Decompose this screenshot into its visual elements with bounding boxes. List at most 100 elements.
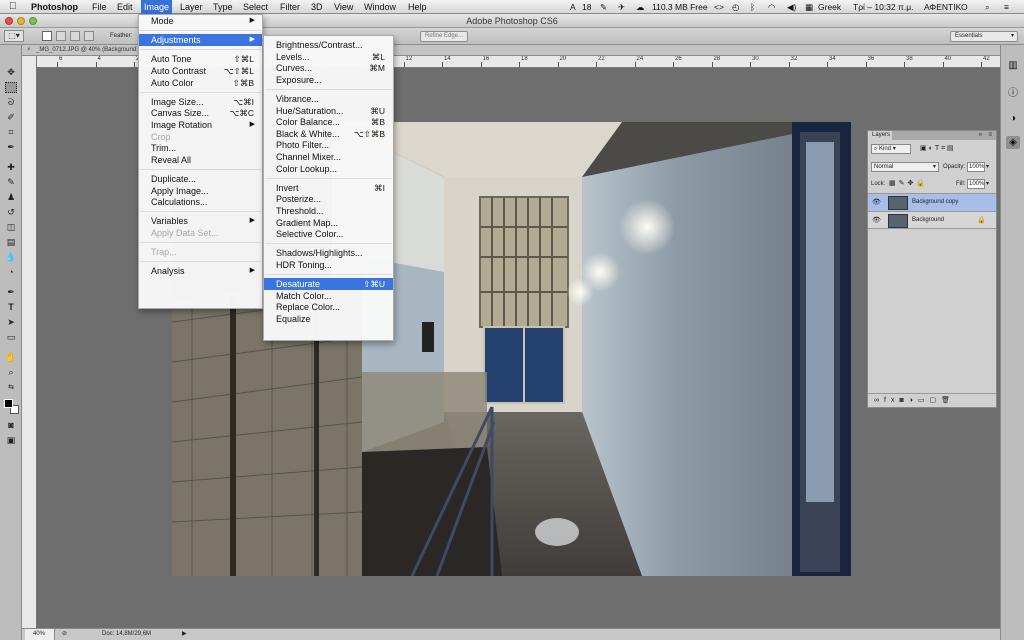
menu-item-photo-filter[interactable]: Photo Filter... (264, 139, 393, 151)
clock-icon[interactable]: ◴ (732, 1, 739, 13)
menu-item-trim[interactable]: Trim... (139, 142, 262, 154)
close-icon[interactable] (5, 17, 13, 25)
lock-icons[interactable]: ▦✎✥🔒 (889, 179, 928, 187)
healing-brush-tool-icon[interactable]: ✚ (5, 162, 17, 173)
blend-mode-select[interactable]: Normal ▾ (871, 162, 939, 172)
menu-item-equalize[interactable]: Equalize (264, 313, 393, 325)
history-icon[interactable]: ▥ (1006, 59, 1020, 72)
close-tab-icon[interactable]: × (27, 45, 31, 56)
visibility-eye-icon[interactable]: 👁 (872, 198, 881, 206)
menu-item-variables[interactable]: Variables ▶ (139, 215, 262, 227)
quick-select-tool-icon[interactable]: ✐ (5, 112, 17, 123)
menu-window[interactable]: Window (364, 1, 396, 13)
fx-icon[interactable]: fx (884, 397, 899, 404)
new-adjustment-icon[interactable]: ◑ (909, 397, 918, 404)
hand-tool-icon[interactable]: ✋ (5, 352, 17, 363)
volume-icon[interactable]: ◀) (787, 1, 796, 13)
pen-tool-icon[interactable]: ✒ (5, 287, 17, 298)
menu-type[interactable]: Type (213, 1, 233, 13)
menu-item-desaturate[interactable]: Desaturate ⇧⌘U (264, 278, 393, 291)
pen-icon[interactable]: ✎ (600, 1, 607, 13)
adjustments-panel-icon[interactable]: ◑ (1006, 112, 1020, 125)
menu-item-image-rotation[interactable]: Image Rotation ▶ (139, 119, 262, 131)
workspace-select[interactable]: Essentials ▾ (950, 31, 1018, 42)
move-tool-icon[interactable]: ✥ (5, 67, 17, 78)
menu-item-canvas-size[interactable]: Canvas Size... ⌥⌘C (139, 107, 262, 119)
menu-view[interactable]: View (334, 1, 353, 13)
menu-item-black-white[interactable]: Black & White... ⌥⇧⌘B (264, 128, 393, 140)
menu-item-vibrance[interactable]: Vibrance... (264, 93, 393, 105)
menu-help[interactable]: Help (408, 1, 427, 13)
lasso-tool-icon[interactable]: ᘐ (5, 97, 17, 108)
new-selection-icon[interactable] (42, 31, 52, 41)
menu-item-gradient-map[interactable]: Gradient Map... (264, 217, 393, 229)
bird-icon[interactable]: ✈ (618, 1, 625, 13)
bluetooth-icon[interactable]: ᛒ (750, 1, 755, 13)
menu-item-hdr-toning[interactable]: HDR Toning... (264, 259, 393, 271)
status-menu-arrow-icon[interactable]: ▶ (182, 629, 187, 640)
fill-field[interactable]: 100% (967, 179, 985, 189)
foreground-color-swatch[interactable] (4, 399, 13, 408)
fill-dropdown-icon[interactable]: ▾ (986, 180, 989, 187)
menu-item-exposure[interactable]: Exposure... (264, 74, 393, 86)
marquee-preset-icon[interactable]: ⬚▾ (4, 30, 24, 42)
adobe-icon[interactable]: A (570, 1, 576, 13)
menu-item-hue-saturation[interactable]: Hue/Saturation... ⌘U (264, 105, 393, 117)
menu-layer[interactable]: Layer (180, 1, 203, 13)
subtract-selection-icon[interactable] (70, 31, 80, 41)
link-layers-icon[interactable]: ∞ (874, 397, 884, 404)
menu-item-analysis[interactable]: Analysis ▶ (139, 265, 262, 277)
layer-name[interactable]: Background (912, 217, 944, 223)
menu-item-invert[interactable]: Invert ⌘I (264, 182, 393, 194)
brush-tool-icon[interactable]: ✎ (5, 177, 17, 188)
menu-item-replace-color[interactable]: Replace Color... (264, 301, 393, 313)
info-icon[interactable]: ⓘ (1006, 87, 1020, 100)
status-icon[interactable]: ⊘ (62, 629, 67, 640)
menu-item-levels[interactable]: Levels... ⌘L (264, 51, 393, 63)
menu-item-mode[interactable]: Mode ▶ (139, 15, 262, 27)
menu-item-apply-image[interactable]: Apply Image... (139, 185, 262, 197)
flag-icon[interactable]: ▦ (805, 1, 813, 13)
marquee-tool-icon[interactable] (5, 82, 17, 93)
zoom-level-field[interactable]: 40% (25, 629, 55, 640)
menu-file[interactable]: File (92, 1, 107, 13)
minimize-icon[interactable] (17, 17, 25, 25)
shape-tool-icon[interactable]: ▭ (5, 332, 17, 343)
layers-panel-icon[interactable]: ◈ (1006, 136, 1020, 149)
eyedropper-tool-icon[interactable]: ✒ (5, 142, 17, 153)
blur-tool-icon[interactable]: 💧 (5, 252, 17, 263)
dodge-tool-icon[interactable]: ◔ (5, 267, 17, 278)
menu-item-calculations[interactable]: Calculations... (139, 196, 262, 208)
layers-tab[interactable]: Layers (868, 131, 892, 140)
list-icon[interactable]: ≡ (1004, 1, 1009, 13)
spotlight-icon[interactable]: ⌕ (985, 1, 990, 13)
add-mask-icon[interactable]: ◙ (899, 397, 908, 404)
menu-select[interactable]: Select (243, 1, 268, 13)
opacity-dropdown-icon[interactable]: ▾ (986, 163, 989, 170)
menu-item-selective-color[interactable]: Selective Color... (264, 228, 393, 240)
intersect-selection-icon[interactable] (84, 31, 94, 41)
menu-filter[interactable]: Filter (280, 1, 300, 13)
cloud-icon[interactable]: ☁ (636, 1, 645, 13)
delete-layer-icon[interactable]: 🗑 (941, 397, 955, 404)
user-name[interactable]: ΑΦΕΝΤΙΚΟ (924, 1, 968, 13)
wifi-icon[interactable]: ◠ (768, 1, 775, 13)
menu-3d[interactable]: 3D (311, 1, 323, 13)
menu-item-brightness-contrast[interactable]: Brightness/Contrast... (264, 39, 393, 51)
filter-kind-select[interactable]: ⌕ Kind ▾ (871, 144, 911, 154)
collapse-icon[interactable]: » (979, 131, 982, 140)
screen-mode-icon[interactable]: ▣ (5, 435, 17, 446)
menu-item-posterize[interactable]: Posterize... (264, 193, 393, 205)
menu-edit[interactable]: Edit (117, 1, 133, 13)
menu-image[interactable]: Image (141, 0, 173, 14)
refine-edge-button[interactable]: Refine Edge... (420, 31, 468, 42)
path-selection-tool-icon[interactable]: ➤ (5, 317, 17, 328)
eraser-tool-icon[interactable]: ◫ (5, 222, 17, 233)
menu-item-adjustments[interactable]: Adjustments ▶ (139, 34, 262, 47)
layer-row-background[interactable]: 👁 Background 🔒 (868, 211, 996, 229)
menu-item-color-lookup[interactable]: Color Lookup... (264, 163, 393, 175)
new-group-icon[interactable]: ▭ (918, 397, 930, 404)
layer-row-background-copy[interactable]: 👁 Background copy (868, 193, 996, 211)
new-layer-icon[interactable]: ▢ (930, 397, 942, 404)
menu-item-image-size[interactable]: Image Size... ⌥⌘I (139, 96, 262, 108)
